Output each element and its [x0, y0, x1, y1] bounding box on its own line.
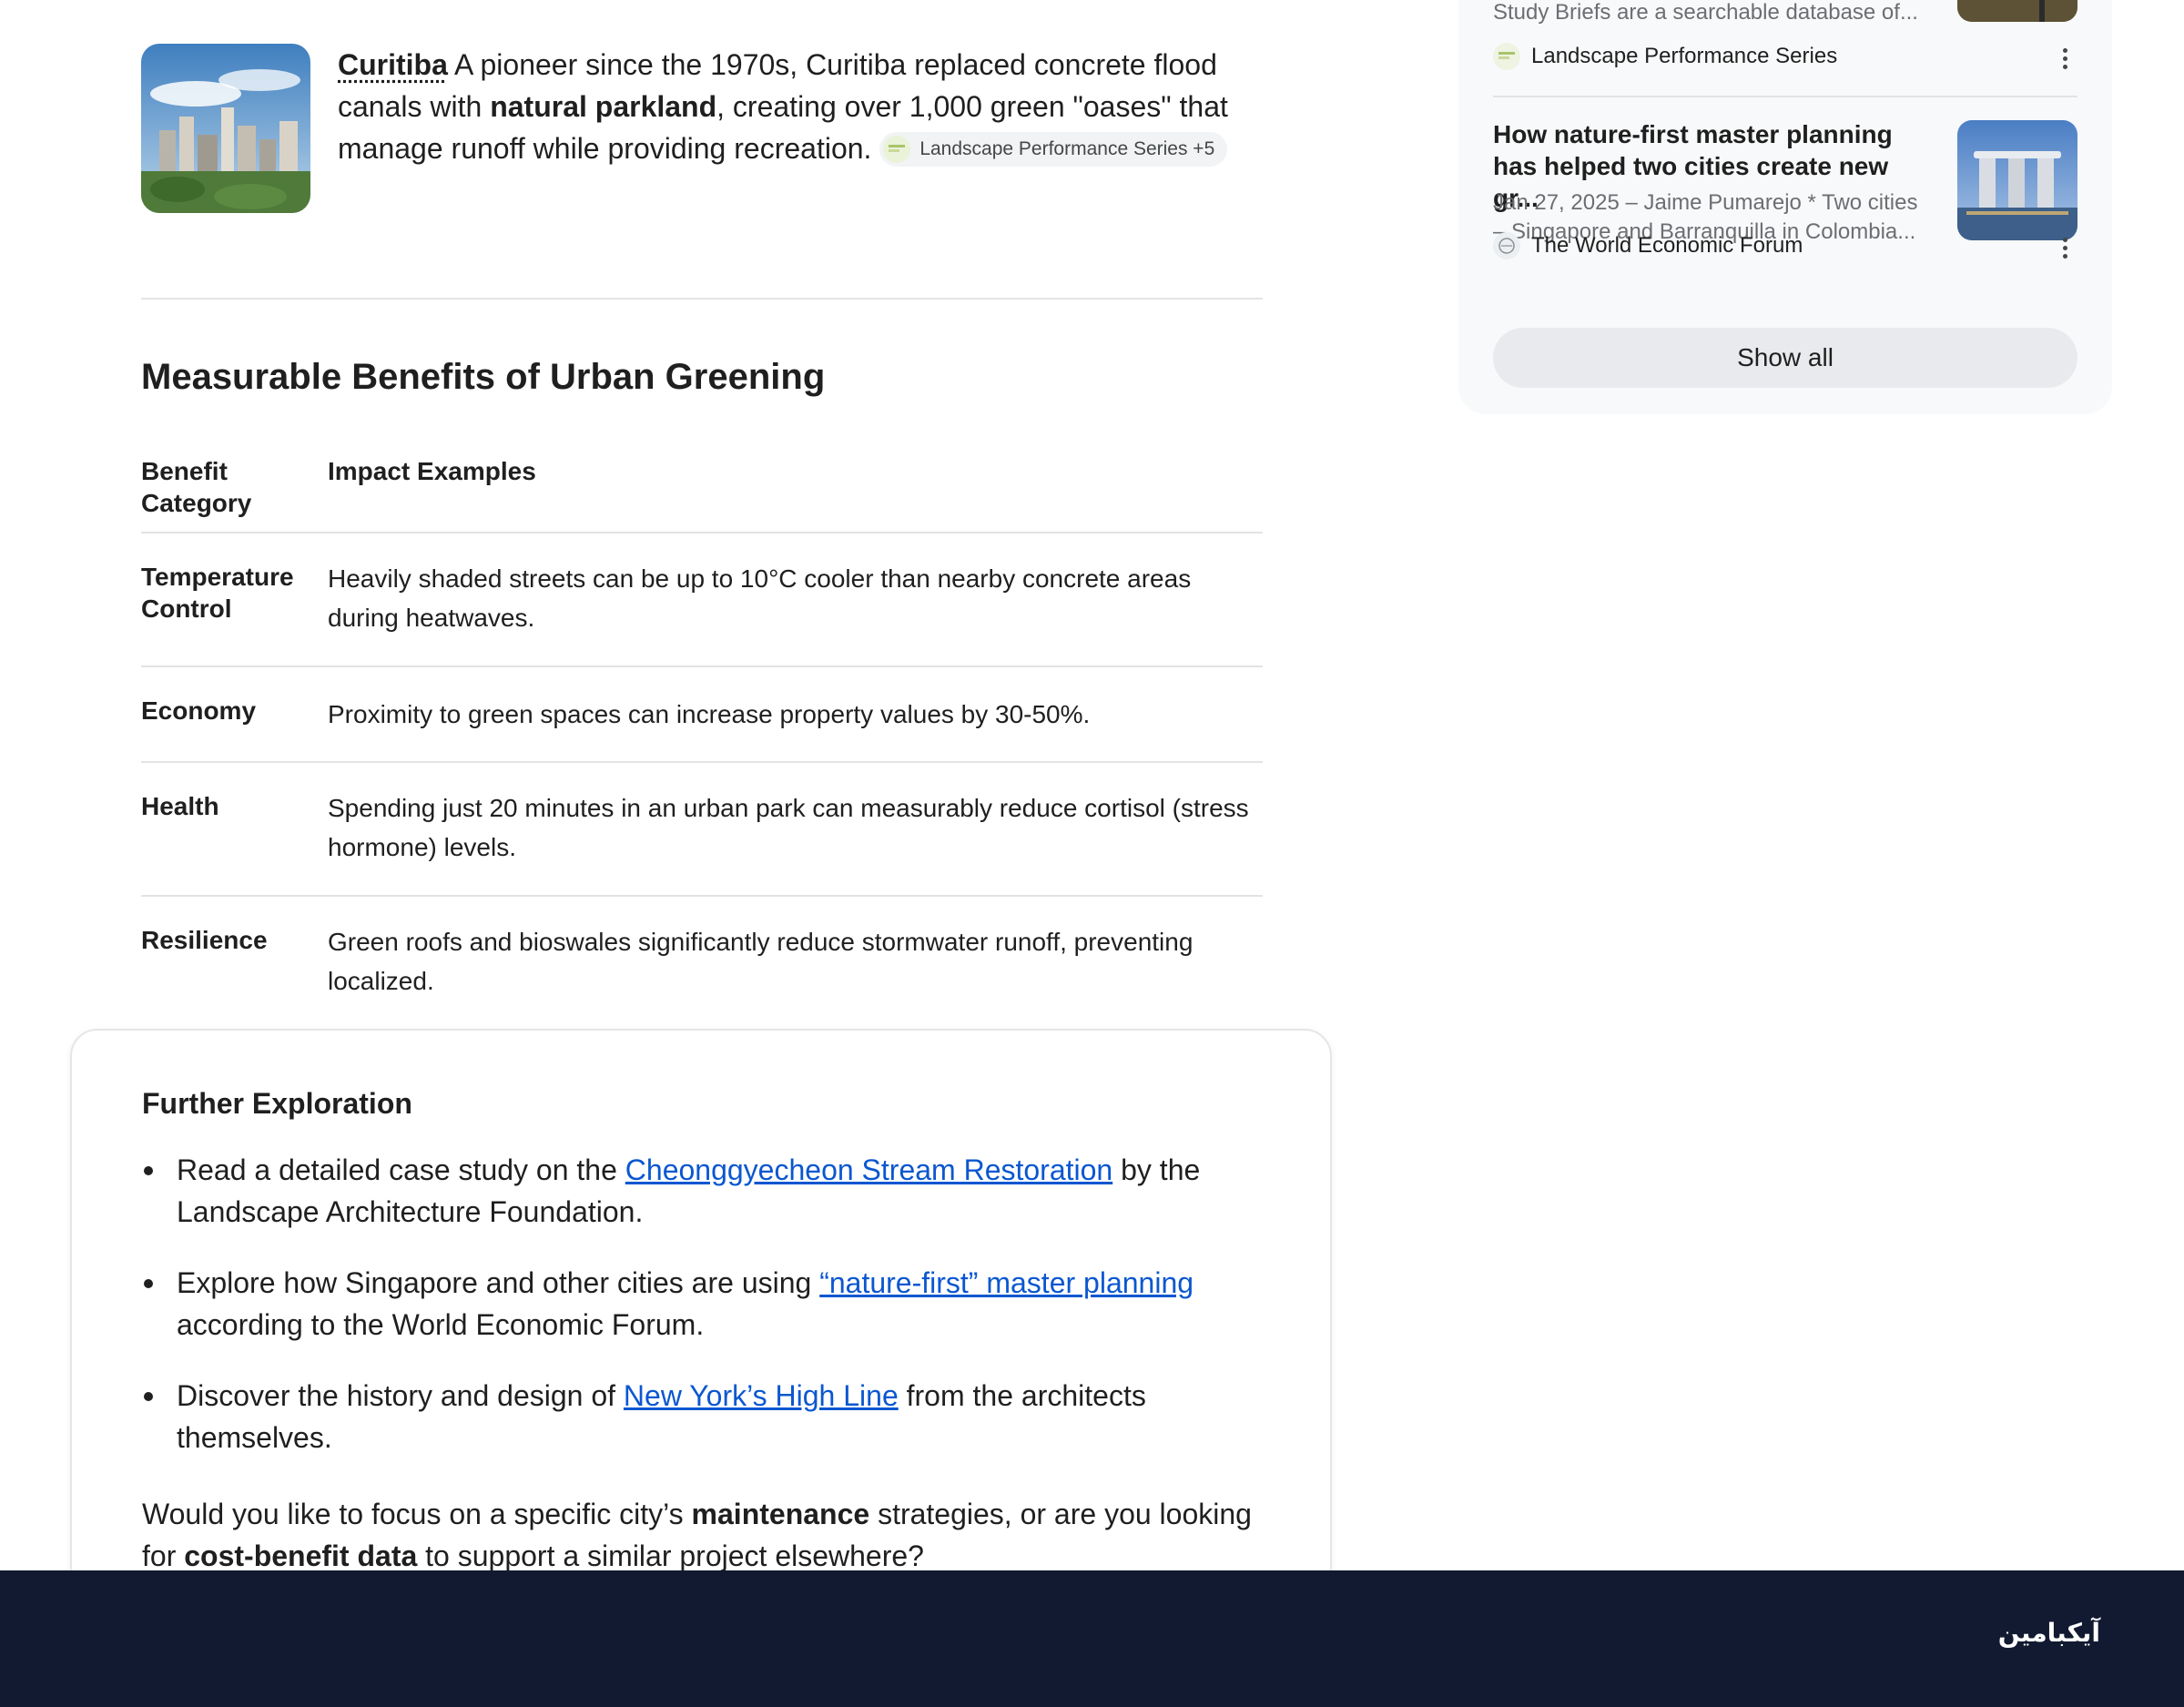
explore-title: Further Exploration: [142, 1087, 412, 1120]
city-name-link[interactable]: Curitiba: [338, 48, 448, 81]
landscape-source-icon: [883, 135, 911, 163]
brand-logo[interactable]: آیکبامین: [1998, 1618, 2100, 1648]
bullet-icon: [144, 1392, 153, 1401]
more-options-icon[interactable]: [2052, 44, 2077, 73]
high-line-link[interactable]: New York’s High Line: [624, 1379, 899, 1412]
source-attribution: Landscape Performance Series: [1493, 43, 1837, 70]
bullet-icon: [144, 1166, 153, 1175]
table-cell-impact: Spending just 20 minutes in an urban par…: [328, 794, 1249, 861]
section-title: Measurable Benefits of Urban Greening: [141, 357, 826, 397]
table-cell-category: Temperature Control: [141, 563, 294, 623]
table-row: Temperature Control Heavily shaded stree…: [141, 533, 1263, 667]
table-row: Economy Proximity to green spaces can in…: [141, 667, 1263, 763]
source-thumbnail: [1957, 120, 2077, 240]
sources-panel: Study Briefs are a searchable database o…: [1458, 0, 2112, 414]
table-header-impact: Impact Examples: [328, 457, 536, 485]
item-text-before: Explore how Singapore and other cities a…: [177, 1266, 820, 1299]
nature-first-link[interactable]: “nature-first” master planning: [819, 1266, 1194, 1299]
closing-bold-2: cost-benefit data: [184, 1539, 418, 1572]
city-description: Curitiba A pioneer since the 1970s, Curi…: [338, 44, 1257, 169]
source-card[interactable]: Study Briefs are a searchable database o…: [1493, 0, 2077, 73]
section-divider: [141, 298, 1263, 300]
show-all-button[interactable]: Show all: [1493, 328, 2077, 388]
bullet-icon: [144, 1279, 153, 1288]
list-item: Discover the history and design of New Y…: [142, 1375, 1271, 1458]
table-row: Health Spending just 20 minutes in an ur…: [141, 763, 1263, 897]
source-chip[interactable]: Landscape Performance Series +5: [879, 131, 1228, 167]
source-thumbnail: [1957, 0, 2077, 22]
table-cell-category: Resilience: [141, 926, 268, 954]
landscape-source-icon: [1493, 43, 1520, 70]
item-text-before: Read a detailed case study on the: [177, 1153, 625, 1186]
curitiba-thumbnail[interactable]: [141, 44, 310, 213]
benefits-table: Benefit Category Impact Examples Tempera…: [141, 455, 1263, 1024]
footer-bar: آیکبامین: [0, 1570, 2184, 1707]
source-chip-label: Landscape Performance Series +5: [919, 137, 1215, 159]
further-exploration-card: Further Exploration Read a detailed case…: [70, 1029, 1332, 1593]
closing-question: Would you like to focus on a specific ci…: [142, 1493, 1289, 1577]
source-attribution: The World Economic Forum: [1493, 232, 1803, 259]
closing-bold-1: maintenance: [691, 1498, 870, 1530]
source-divider: [1493, 96, 2077, 97]
item-text-before: Discover the history and design of: [177, 1379, 624, 1412]
list-item: Explore how Singapore and other cities a…: [142, 1262, 1271, 1346]
table-cell-impact: Green roofs and bioswales significantly …: [328, 928, 1194, 995]
closing-text-3: to support a similar project elsewhere?: [417, 1539, 924, 1572]
cheonggyecheon-link[interactable]: Cheonggyecheon Stream Restoration: [625, 1153, 1112, 1186]
table-cell-impact: Proximity to green spaces can increase p…: [328, 700, 1091, 728]
more-options-icon[interactable]: [2052, 233, 2077, 262]
source-name: The World Economic Forum: [1531, 233, 1803, 258]
item-text-after: according to the World Economic Forum.: [177, 1308, 705, 1341]
source-name: Landscape Performance Series: [1531, 44, 1838, 68]
explore-list: Read a detailed case study on the Cheong…: [142, 1149, 1271, 1488]
city-text-bold: natural parkland: [490, 90, 717, 123]
closing-text-1: Would you like to focus on a specific ci…: [142, 1498, 692, 1530]
table-cell-category: Economy: [141, 696, 257, 725]
city-summary-card: Curitiba A pioneer since the 1970s, Curi…: [141, 44, 1263, 217]
table-cell-impact: Heavily shaded streets can be up to 10°C…: [328, 564, 1192, 632]
wef-source-icon: [1493, 232, 1520, 259]
table-cell-category: Health: [141, 792, 219, 820]
list-item: Read a detailed case study on the Cheong…: [142, 1149, 1271, 1233]
table-header-category: Benefit Category: [141, 457, 252, 517]
source-card[interactable]: How nature-first master planning has hel…: [1493, 118, 2077, 273]
source-snippet: Study Briefs are a searchable database o…: [1493, 0, 1918, 25]
table-row: Resilience Green roofs and bioswales sig…: [141, 897, 1263, 1024]
table-header-row: Benefit Category Impact Examples: [141, 455, 1263, 533]
